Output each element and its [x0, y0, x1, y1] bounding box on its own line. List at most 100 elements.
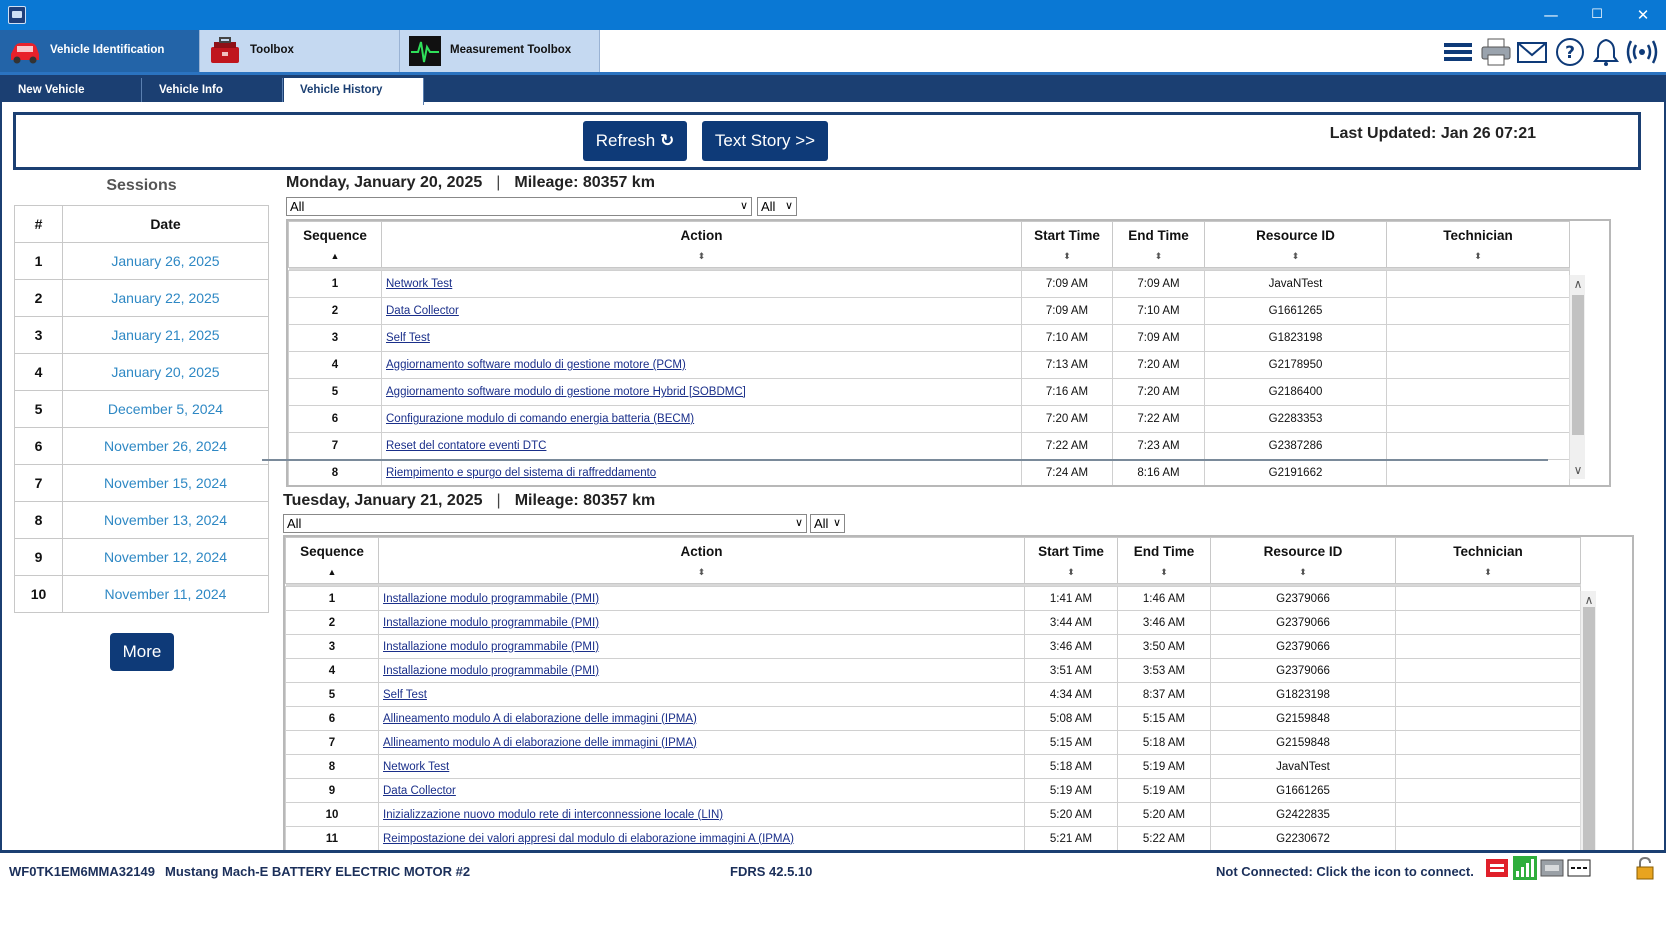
minimize-button[interactable]: —: [1528, 0, 1574, 30]
printer-icon[interactable]: [1480, 37, 1512, 67]
sort-icon[interactable]: ⬍: [382, 251, 1021, 262]
action-link[interactable]: Riempimento e spurgo del sistema di raff…: [381, 459, 1022, 485]
action-link[interactable]: Installazione modulo programmabile (PMI): [378, 610, 1025, 635]
sort-icon[interactable]: ⬍: [1113, 251, 1204, 262]
action-link[interactable]: Installazione modulo programmabile (PMI): [378, 586, 1025, 611]
lock-icon[interactable]: [1633, 856, 1657, 880]
action-link[interactable]: Aggiornamento software modulo di gestion…: [381, 351, 1022, 379]
session-date-link[interactable]: November 12, 2024: [62, 538, 269, 576]
sort-icon[interactable]: ⬍: [1022, 251, 1112, 262]
action-filter-select[interactable]: All ∨: [286, 197, 752, 216]
sort-icon[interactable]: ⬍: [1387, 251, 1569, 262]
session-row[interactable]: 10 November 11, 2024: [14, 575, 269, 613]
table-row[interactable]: 10 Inizializzazione nuovo modulo rete di …: [285, 802, 1581, 827]
session-date-link[interactable]: January 26, 2025: [62, 242, 269, 280]
action-link[interactable]: Aggiornamento software modulo di gestion…: [381, 378, 1022, 406]
session-date-link[interactable]: November 13, 2024: [62, 501, 269, 539]
action-link[interactable]: Allineamento modulo A di elaborazione de…: [378, 706, 1025, 731]
tab-measurement-toolbox[interactable]: Measurement Toolbox: [400, 30, 600, 72]
table-row[interactable]: 5 Self Test 4:34 AM 8:37 AM G1823198: [285, 682, 1581, 707]
scroll-down-icon[interactable]: ∨: [1570, 463, 1586, 477]
action-link[interactable]: Self Test: [381, 324, 1022, 352]
session-date-link[interactable]: December 5, 2024: [62, 390, 269, 428]
table-row[interactable]: 7 Allineamento modulo A di elaborazione d…: [285, 730, 1581, 755]
tab-vehicle-info[interactable]: Vehicle Info: [143, 78, 283, 102]
action-link[interactable]: Inizializzazione nuovo modulo rete di in…: [378, 802, 1025, 827]
column-header-action[interactable]: Action ⬍: [378, 537, 1025, 584]
column-header-resource-id[interactable]: Resource ID ⬍: [1204, 221, 1387, 268]
action-filter-select[interactable]: All ∨: [283, 514, 807, 533]
maximize-button[interactable]: ☐: [1574, 0, 1620, 30]
action-link[interactable]: Installazione modulo programmabile (PMI): [378, 634, 1025, 659]
adapter-icon[interactable]: [1540, 856, 1564, 880]
column-header-start-time[interactable]: Start Time ⬍: [1024, 537, 1118, 584]
sort-icon[interactable]: ⬍: [1205, 251, 1386, 262]
table-row[interactable]: 5 Aggiornamento software modulo di gestio…: [288, 378, 1570, 406]
table-row[interactable]: 3 Installazione modulo programmabile (PMI…: [285, 634, 1581, 659]
session-date-link[interactable]: January 20, 2025: [62, 353, 269, 391]
column-header-sequence[interactable]: Sequence ▲: [285, 537, 379, 584]
dash-icon[interactable]: [1567, 856, 1591, 880]
connection-status[interactable]: Not Connected: Click the icon to connect…: [1216, 864, 1474, 879]
bell-icon[interactable]: [1590, 37, 1622, 67]
action-link[interactable]: Reimpostazione dei valori appresi dal mo…: [378, 826, 1025, 851]
action-link[interactable]: Reset del contatore eventi DTC: [381, 432, 1022, 460]
sort-icon[interactable]: ⬍: [379, 567, 1024, 578]
table-row[interactable]: 3 Self Test 7:10 AM 7:09 AM G1823198: [288, 324, 1570, 352]
column-header-end-time[interactable]: End Time ⬍: [1117, 537, 1211, 584]
table-row[interactable]: 1 Network Test 7:09 AM 7:09 AM JavaNTest: [288, 270, 1570, 298]
session-row[interactable]: 2 January 22, 2025: [14, 279, 269, 317]
column-header-start-time[interactable]: Start Time ⬍: [1021, 221, 1113, 268]
scroll-thumb[interactable]: [1572, 295, 1584, 435]
wireless-icon[interactable]: [1626, 37, 1658, 67]
table-row[interactable]: 11 Reimpostazione dei valori appresi dal …: [285, 826, 1581, 851]
refresh-button[interactable]: Refresh ↻: [583, 121, 687, 161]
action-link[interactable]: Installazione modulo programmabile (PMI): [378, 658, 1025, 683]
action-link[interactable]: Configurazione modulo di comando energia…: [381, 405, 1022, 433]
more-button[interactable]: More: [110, 633, 174, 671]
column-header-end-time[interactable]: End Time ⬍: [1112, 221, 1205, 268]
secondary-filter-select[interactable]: All ∨: [757, 197, 797, 216]
column-header-resource-id[interactable]: Resource ID ⬍: [1210, 537, 1396, 584]
sort-ascending-icon[interactable]: ▲: [286, 567, 378, 577]
column-header-action[interactable]: Action ⬍: [381, 221, 1022, 268]
action-link[interactable]: Allineamento modulo A di elaborazione de…: [378, 730, 1025, 755]
session-date-link[interactable]: January 22, 2025: [62, 279, 269, 317]
session-date-link[interactable]: November 15, 2024: [62, 464, 269, 502]
tab-toolbox[interactable]: Toolbox: [200, 30, 400, 72]
table-row[interactable]: 2 Data Collector 7:09 AM 7:10 AM G1661265: [288, 297, 1570, 325]
sort-icon[interactable]: ⬍: [1396, 567, 1580, 578]
table-row[interactable]: 6 Configurazione modulo di comando energi…: [288, 405, 1570, 433]
close-button[interactable]: ✕: [1620, 0, 1666, 30]
menu-icon[interactable]: [1442, 37, 1474, 67]
vertical-scrollbar[interactable]: ∧∨: [1569, 275, 1585, 479]
session-row[interactable]: 8 November 13, 2024: [14, 501, 269, 539]
table-row[interactable]: 6 Allineamento modulo A di elaborazione d…: [285, 706, 1581, 731]
session-row[interactable]: 7 November 15, 2024: [14, 464, 269, 502]
session-date-link[interactable]: November 11, 2024: [62, 575, 269, 613]
action-link[interactable]: Data Collector: [378, 778, 1025, 803]
vci-icon[interactable]: [1485, 856, 1509, 880]
table-row[interactable]: 1 Installazione modulo programmabile (PMI…: [285, 586, 1581, 611]
session-row[interactable]: 5 December 5, 2024: [14, 390, 269, 428]
scroll-up-icon[interactable]: ∧: [1581, 593, 1597, 607]
column-header-sequence[interactable]: Sequence ▲: [288, 221, 382, 268]
tab-new-vehicle[interactable]: New Vehicle: [2, 78, 142, 102]
session-row[interactable]: 6 November 26, 2024: [14, 427, 269, 465]
session-date-link[interactable]: November 26, 2024: [62, 427, 269, 465]
vertical-scrollbar[interactable]: ∧∨: [1580, 591, 1596, 881]
session-row[interactable]: 9 November 12, 2024: [14, 538, 269, 576]
tab-vehicle-history[interactable]: Vehicle History: [284, 78, 424, 105]
table-row[interactable]: 7 Reset del contatore eventi DTC 7:22 AM 7:…: [288, 432, 1570, 460]
secondary-filter-select[interactable]: All ∨: [810, 514, 845, 533]
scroll-up-icon[interactable]: ∧: [1570, 277, 1586, 291]
tab-vehicle-identification[interactable]: Vehicle Identification: [0, 30, 200, 72]
action-link[interactable]: Self Test: [378, 682, 1025, 707]
table-row[interactable]: 4 Aggiornamento software modulo di gestio…: [288, 351, 1570, 379]
table-row[interactable]: 9 Data Collector 5:19 AM 5:19 AM G1661265: [285, 778, 1581, 803]
session-row[interactable]: 3 January 21, 2025: [14, 316, 269, 354]
table-row[interactable]: 8 Network Test 5:18 AM 5:19 AM JavaNTest: [285, 754, 1581, 779]
scroll-thumb[interactable]: [1583, 607, 1595, 859]
signal-bars-icon[interactable]: [1513, 856, 1537, 880]
table-row[interactable]: 2 Installazione modulo programmabile (PMI…: [285, 610, 1581, 635]
